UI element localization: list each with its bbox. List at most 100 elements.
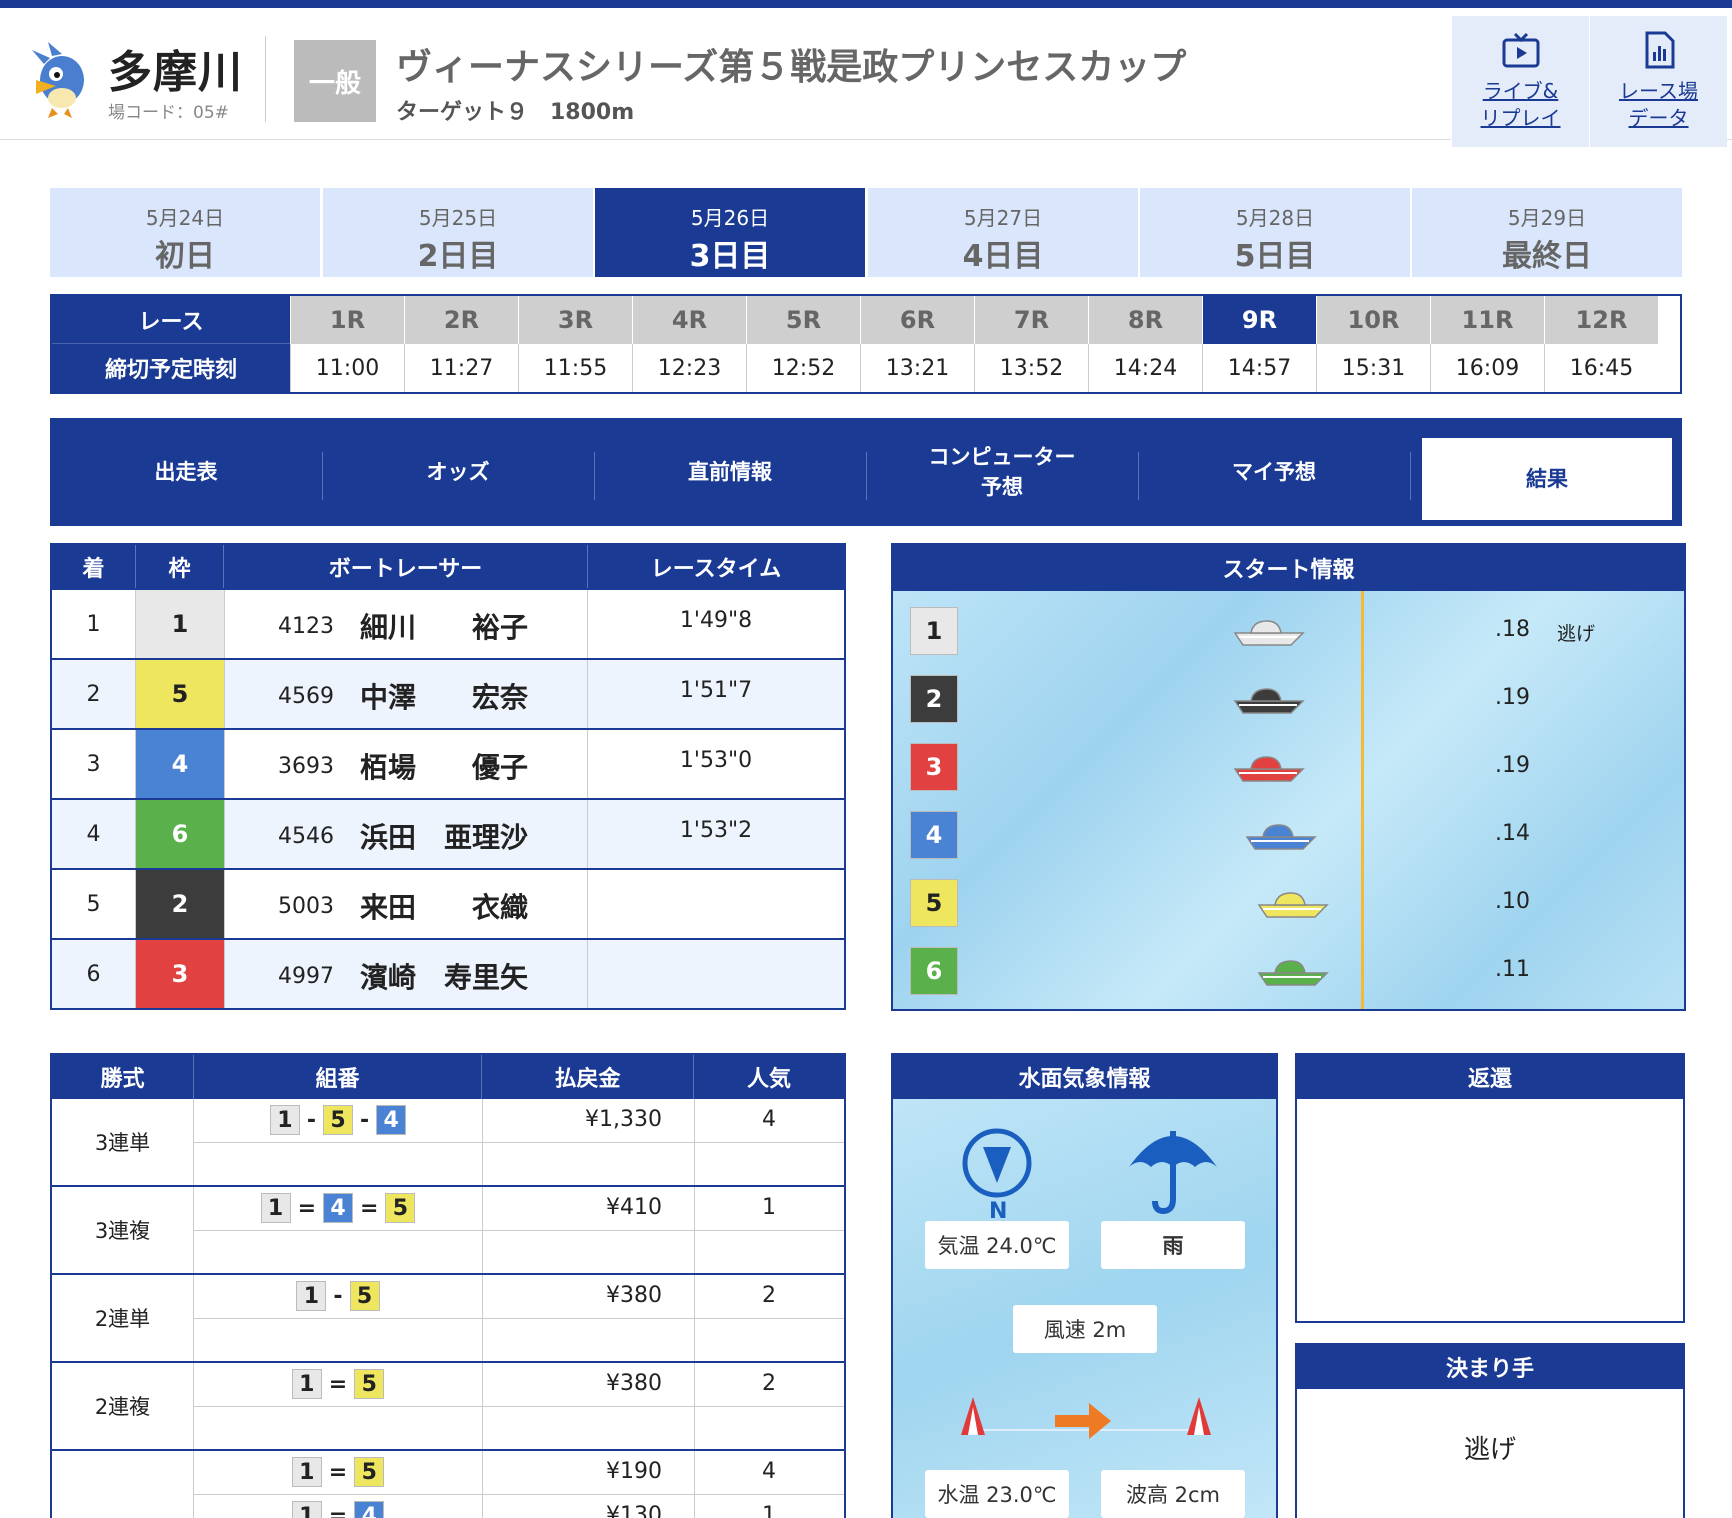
water-temperature: 水温 23.0℃ xyxy=(925,1470,1069,1518)
lane-number-badge: 6 xyxy=(910,947,958,995)
race-4r-tab[interactable]: 4R xyxy=(632,296,746,344)
tab-result[interactable]: 結果 xyxy=(1422,438,1672,520)
col-waku: 枠 xyxy=(136,545,224,588)
race-12r-tab[interactable]: 12R xyxy=(1544,296,1658,344)
lane-chip: 5 xyxy=(349,1281,380,1311)
tab-computer-prediction[interactable]: コンピューター 予想 xyxy=(866,418,1138,526)
venue-code: 場コード：05# xyxy=(108,103,229,123)
start-info-title: スタート情報 xyxy=(893,545,1684,591)
popularity: 1 xyxy=(762,1195,776,1220)
table-row: 1 1 4123 細川 裕子 1'49"8 xyxy=(52,588,844,658)
table-row: 3 4 3693 栢場 優子 1'53"0 xyxy=(52,728,844,798)
venue-data-button[interactable]: レース場 データ xyxy=(1589,16,1727,147)
tab-odds[interactable]: オッズ xyxy=(322,418,594,526)
racer-reg-number: 4997 xyxy=(278,964,334,989)
racer-name[interactable]: 濱崎 寿里矢 xyxy=(360,956,528,996)
race-10r-tab[interactable]: 10R xyxy=(1316,296,1430,344)
wind-course-icon xyxy=(941,1385,1231,1445)
race-deadline-time: 14:57 xyxy=(1202,344,1316,392)
race-7r-tab[interactable]: 7R xyxy=(974,296,1088,344)
col-racer: ボートレーサー xyxy=(224,545,588,588)
racer-reg-number: 4123 xyxy=(278,614,334,639)
day-name: 最終日 xyxy=(1502,239,1592,274)
day-tab-4[interactable]: 5月27日 4日目 xyxy=(868,188,1138,277)
table-row: 6 3 4997 濱崎 寿里矢 xyxy=(52,938,844,1008)
racer-name[interactable]: 栢場 優子 xyxy=(360,746,528,786)
start-info-panel: スタート情報 1 .18 逃げ 2 .19 3 .19 4 .14 5 .10 6 .11 xyxy=(891,543,1686,1011)
day-tab-6[interactable]: 5月29日最終日 xyxy=(1412,188,1682,277)
document-chart-icon xyxy=(1639,30,1679,70)
lane-chip: 1 xyxy=(296,1281,327,1311)
racer-name[interactable]: 来田 衣織 xyxy=(360,886,528,926)
wind-speed: 風速 2m xyxy=(1013,1305,1157,1353)
racer-name[interactable]: 浜田 亜理沙 xyxy=(360,816,528,856)
day-tab-1[interactable]: 5月24日 初日 xyxy=(50,188,320,277)
race-3r-tab[interactable]: 3R xyxy=(518,296,632,344)
lane-chip: 5 xyxy=(385,1193,416,1223)
live-replay-button[interactable]: ライブ& リプレイ xyxy=(1451,16,1589,147)
racer-name[interactable]: 細川 裕子 xyxy=(360,606,528,646)
boat-icon xyxy=(1243,819,1319,853)
bet-type-label xyxy=(52,1451,194,1518)
popularity: 1 xyxy=(762,1503,776,1518)
lane-chip: 1 xyxy=(291,1369,322,1399)
tab-my-prediction[interactable]: マイ予想 xyxy=(1138,418,1410,526)
combination: 1 = 4 = 5 xyxy=(194,1191,482,1225)
race-time: 1'53"2 xyxy=(679,818,753,843)
boat-icon xyxy=(1231,751,1307,785)
live-replay-label: ライブ& リプレイ xyxy=(1480,79,1561,130)
race-title: ヴィーナスシリーズ第５戦是政プリンセスカップ xyxy=(396,47,1187,88)
header-divider xyxy=(265,36,266,122)
grade-badge: 一般 xyxy=(294,40,376,122)
wave-height: 波高 2cm xyxy=(1101,1470,1245,1518)
race-deadline-time: 11:00 xyxy=(290,344,404,392)
tab-pre-info[interactable]: 直前情報 xyxy=(594,418,866,526)
popularity: 2 xyxy=(762,1371,776,1396)
mascot-logo xyxy=(22,42,100,122)
day-tab-3[interactable]: 5月26日 3日目 xyxy=(595,188,865,277)
race-9r-tab[interactable]: 9R xyxy=(1202,296,1316,344)
start-timing: .14 xyxy=(1495,821,1530,846)
payout-amount: ¥130 xyxy=(606,1503,662,1518)
race-1r-tab[interactable]: 1R xyxy=(290,296,404,344)
race-2r-tab[interactable]: 2R xyxy=(404,296,518,344)
row-divider xyxy=(194,1406,844,1407)
payout-group: 3連単 1-5-4 ¥1,330 4 xyxy=(52,1099,844,1187)
day-name: 5日目 xyxy=(1234,239,1316,274)
venue-name: 多摩川 xyxy=(108,47,243,98)
lane-chip: 1 xyxy=(291,1457,322,1487)
bet-type-label: 2連単 xyxy=(52,1275,194,1361)
race-5r-tab[interactable]: 5R xyxy=(746,296,860,344)
lane-chip: 4 xyxy=(376,1105,407,1135)
racer-name[interactable]: 中澤 宏奈 xyxy=(360,676,528,716)
tab-entry-list[interactable]: 出走表 xyxy=(50,418,322,526)
start-timing: .19 xyxy=(1495,685,1530,710)
race-8r-tab[interactable]: 8R xyxy=(1088,296,1202,344)
payout-amount: ¥1,330 xyxy=(585,1107,662,1132)
day-name: 2日目 xyxy=(417,239,499,274)
combination: 1 = 5 xyxy=(194,1455,482,1489)
race-row-label: レース xyxy=(52,296,290,344)
race-6r-tab[interactable]: 6R xyxy=(860,296,974,344)
lane-chip: 4 xyxy=(354,1501,385,1518)
row-divider xyxy=(194,1318,844,1319)
payout-group: 2連複 1 = 5 ¥380 2 xyxy=(52,1363,844,1451)
bet-type-label: 3連複 xyxy=(52,1187,194,1273)
deadline-row-label: 締切予定時刻 xyxy=(52,344,290,392)
table-row: 5 2 5003 来田 衣織 xyxy=(52,868,844,938)
day-date: 5月29日 xyxy=(1507,206,1587,230)
race-11r-tab[interactable]: 11R xyxy=(1430,296,1544,344)
weather-condition: 雨 xyxy=(1101,1221,1245,1269)
lane-number-badge: 3 xyxy=(910,743,958,791)
race-schedule-table: レース 締切予定時刻 1R 11:00 2R 11:27 3R 11:55 4R 12:23 5… xyxy=(50,294,1682,394)
day-tab-5[interactable]: 5月28日 5日目 xyxy=(1140,188,1410,277)
table-row: 4 6 4546 浜田 亜理沙 1'53"2 xyxy=(52,798,844,868)
combo-separator: = xyxy=(328,1503,348,1518)
rank-cell: 2 xyxy=(52,660,136,728)
bet-type-label: 2連複 xyxy=(52,1363,194,1449)
day-tab-2[interactable]: 5月25日 2日目 xyxy=(323,188,593,277)
popularity: 4 xyxy=(762,1107,776,1132)
lane-chip: 5 xyxy=(354,1369,385,1399)
page: 多摩川 場コード：05# 一般 ヴィーナスシリーズ第５戦是政プリンセスカップ タ… xyxy=(0,0,1732,1518)
combination: 1 = 5 xyxy=(194,1367,482,1401)
